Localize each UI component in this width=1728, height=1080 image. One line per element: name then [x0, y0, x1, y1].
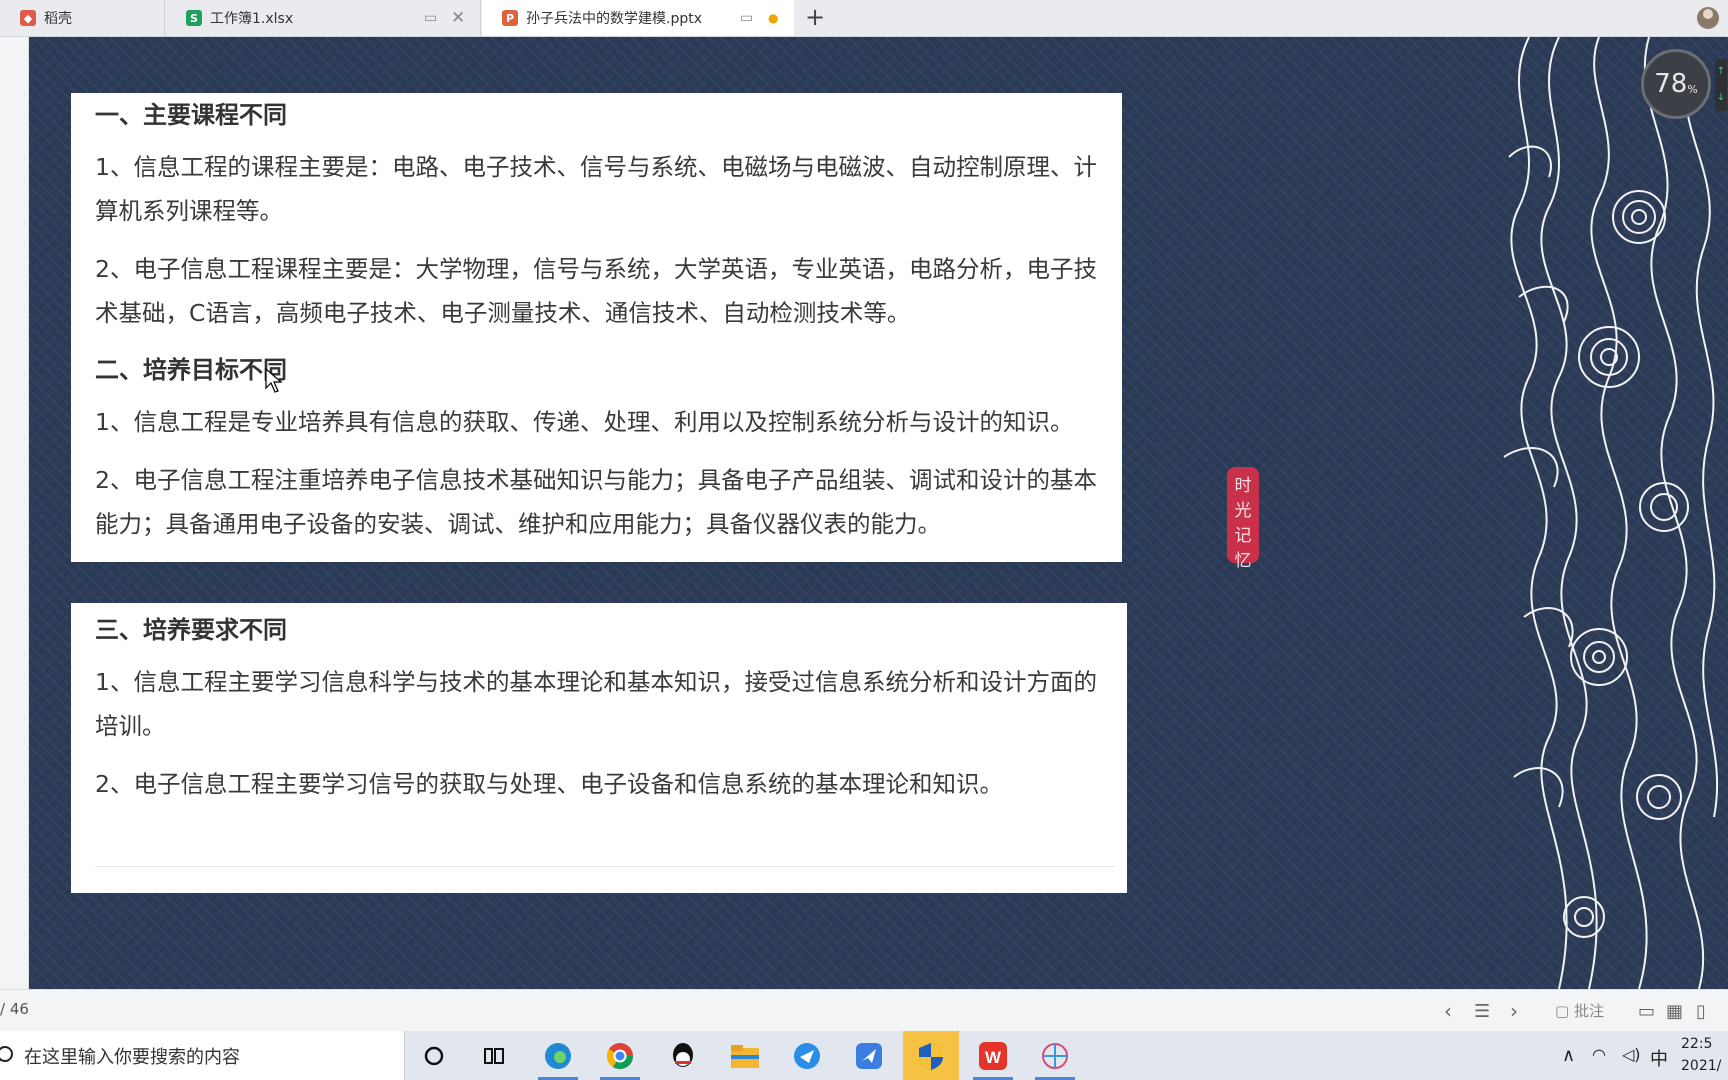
ime-indicator[interactable]: 中 [1650, 1045, 1668, 1071]
windows-taskbar: 在这里输入你要搜索的内容 W ∧ ◠ ◁) 中 22:5 2021/ [0, 1031, 1728, 1080]
page-counter: / 46 [0, 1000, 29, 1018]
slide-list-icon[interactable]: ☰ [1474, 1001, 1490, 1022]
tab-label: 工作簿1.xlsx [210, 11, 294, 27]
paragraph: 2、电子信息工程课程主要是：大学物理，信号与系统，大学英语，专业英语，电路分析，… [95, 255, 1097, 327]
close-icon[interactable]: ✕ [451, 8, 465, 28]
cortana-icon[interactable] [406, 1031, 462, 1080]
docer-icon: ◆ [20, 10, 36, 26]
download-icon: ↓ [1716, 92, 1726, 103]
network-speed-widget: ↑ ↓ [1715, 59, 1727, 111]
section-heading: 三、培养要求不同 [95, 616, 287, 644]
bird-app-icon[interactable] [841, 1031, 897, 1080]
previous-slide-icon[interactable]: ‹ [1444, 999, 1452, 1023]
search-icon [0, 1045, 13, 1062]
presentation-icon: P [502, 10, 518, 26]
tab-label: 孙子兵法中的数学建模.pptx [526, 11, 702, 27]
security-shield-icon[interactable] [903, 1031, 959, 1080]
mouse-cursor-icon [265, 368, 283, 393]
network-icon[interactable]: ◠ [1592, 1045, 1606, 1064]
section-heading: 一、主要课程不同 [95, 101, 287, 129]
paragraph: 1、信息工程是专业培养具有信息的获取、传递、处理、利用以及控制系统分析与设计的知… [95, 408, 1074, 436]
paragraph: 2、电子信息工程主要学习信号的获取与处理、电子设备和信息系统的基本理论和知识。 [95, 770, 1003, 798]
svg-text:W: W [985, 1048, 1002, 1067]
monitor-icon[interactable]: ▭ [424, 10, 437, 26]
reading-view-icon[interactable]: ▯ [1696, 1001, 1706, 1022]
document-tab-bar: ◆ 稻壳 S 工作簿1.xlsx ▭ ✕ P 孙子兵法中的数学建模.pptx ▭… [0, 0, 1728, 37]
show-hidden-icons-icon[interactable]: ∧ [1562, 1045, 1575, 1066]
thumbnail-panel-edge[interactable] [0, 37, 29, 989]
avatar[interactable] [1668, 0, 1728, 36]
system-clock[interactable]: 22:5 2021/ [1681, 1033, 1721, 1077]
spreadsheet-icon: S [186, 10, 202, 26]
content-card-1: 一、主要课程不同 1、信息工程的课程主要是：电路、电子技术、信号与系统、电磁场与… [71, 93, 1122, 562]
task-view-icon[interactable] [466, 1031, 522, 1080]
volume-icon[interactable]: ◁) [1622, 1045, 1641, 1064]
slide-canvas[interactable]: 一、主要课程不同 1、信息工程的课程主要是：电路、电子技术、信号与系统、电磁场与… [29, 37, 1728, 989]
decorative-wave-pattern [1503, 37, 1719, 989]
file-explorer-icon[interactable] [717, 1031, 773, 1080]
tab-presentation[interactable]: P 孙子兵法中的数学建模.pptx ▭ ● [482, 0, 794, 36]
performance-meter[interactable]: 78% [1641, 49, 1711, 119]
paragraph: 1、信息工程的课程主要是：电路、电子技术、信号与系统、电磁场与电磁波、自动控制原… [95, 153, 1097, 225]
pinwheel-app-icon[interactable] [1027, 1031, 1083, 1080]
status-bar: / 46 ‹ ☰ › ▢ 批注 ▭ ▦ ▯ [0, 989, 1728, 1032]
grid-view-icon[interactable]: ▦ [1666, 1001, 1683, 1022]
comment-icon: ▢ [1555, 1002, 1574, 1020]
next-slide-icon[interactable]: › [1510, 999, 1518, 1023]
chrome-icon[interactable] [592, 1031, 648, 1080]
normal-view-icon[interactable]: ▭ [1638, 1001, 1655, 1022]
content-card-2: 三、培养要求不同 1、信息工程主要学习信息科学与技术的基本理论和基本知识，接受过… [71, 603, 1127, 893]
tab-workbook[interactable]: S 工作簿1.xlsx ▭ ✕ [166, 0, 481, 36]
wps-office-icon[interactable]: W [965, 1031, 1021, 1080]
taskbar-search-input[interactable]: 在这里输入你要搜索的内容 [0, 1031, 405, 1080]
paragraph: 1、信息工程主要学习信息科学与技术的基本理论和基本知识，接受过信息系统分析和设计… [95, 668, 1097, 740]
paragraph: 2、电子信息工程注重培养电子信息技术基础知识与能力；具备电子产品组装、调试和设计… [95, 466, 1097, 538]
new-tab-button[interactable]: + [800, 5, 830, 31]
section-heading: 二、培养目标不同 [95, 356, 287, 384]
upload-icon: ↑ [1716, 66, 1726, 77]
tab-label: 稻壳 [44, 11, 72, 27]
comment-button[interactable]: ▢ 批注 [1555, 1000, 1604, 1021]
unsaved-dot-icon: ● [768, 11, 779, 25]
monitor-icon[interactable]: ▭ [740, 10, 753, 26]
messenger-icon[interactable] [779, 1031, 835, 1080]
tab-docer[interactable]: ◆ 稻壳 [0, 0, 165, 36]
divider [95, 866, 1115, 867]
seal-stamp: 时 光 记 忆 [1227, 467, 1259, 571]
edge-icon[interactable] [530, 1031, 586, 1080]
qq-icon[interactable] [655, 1031, 711, 1080]
